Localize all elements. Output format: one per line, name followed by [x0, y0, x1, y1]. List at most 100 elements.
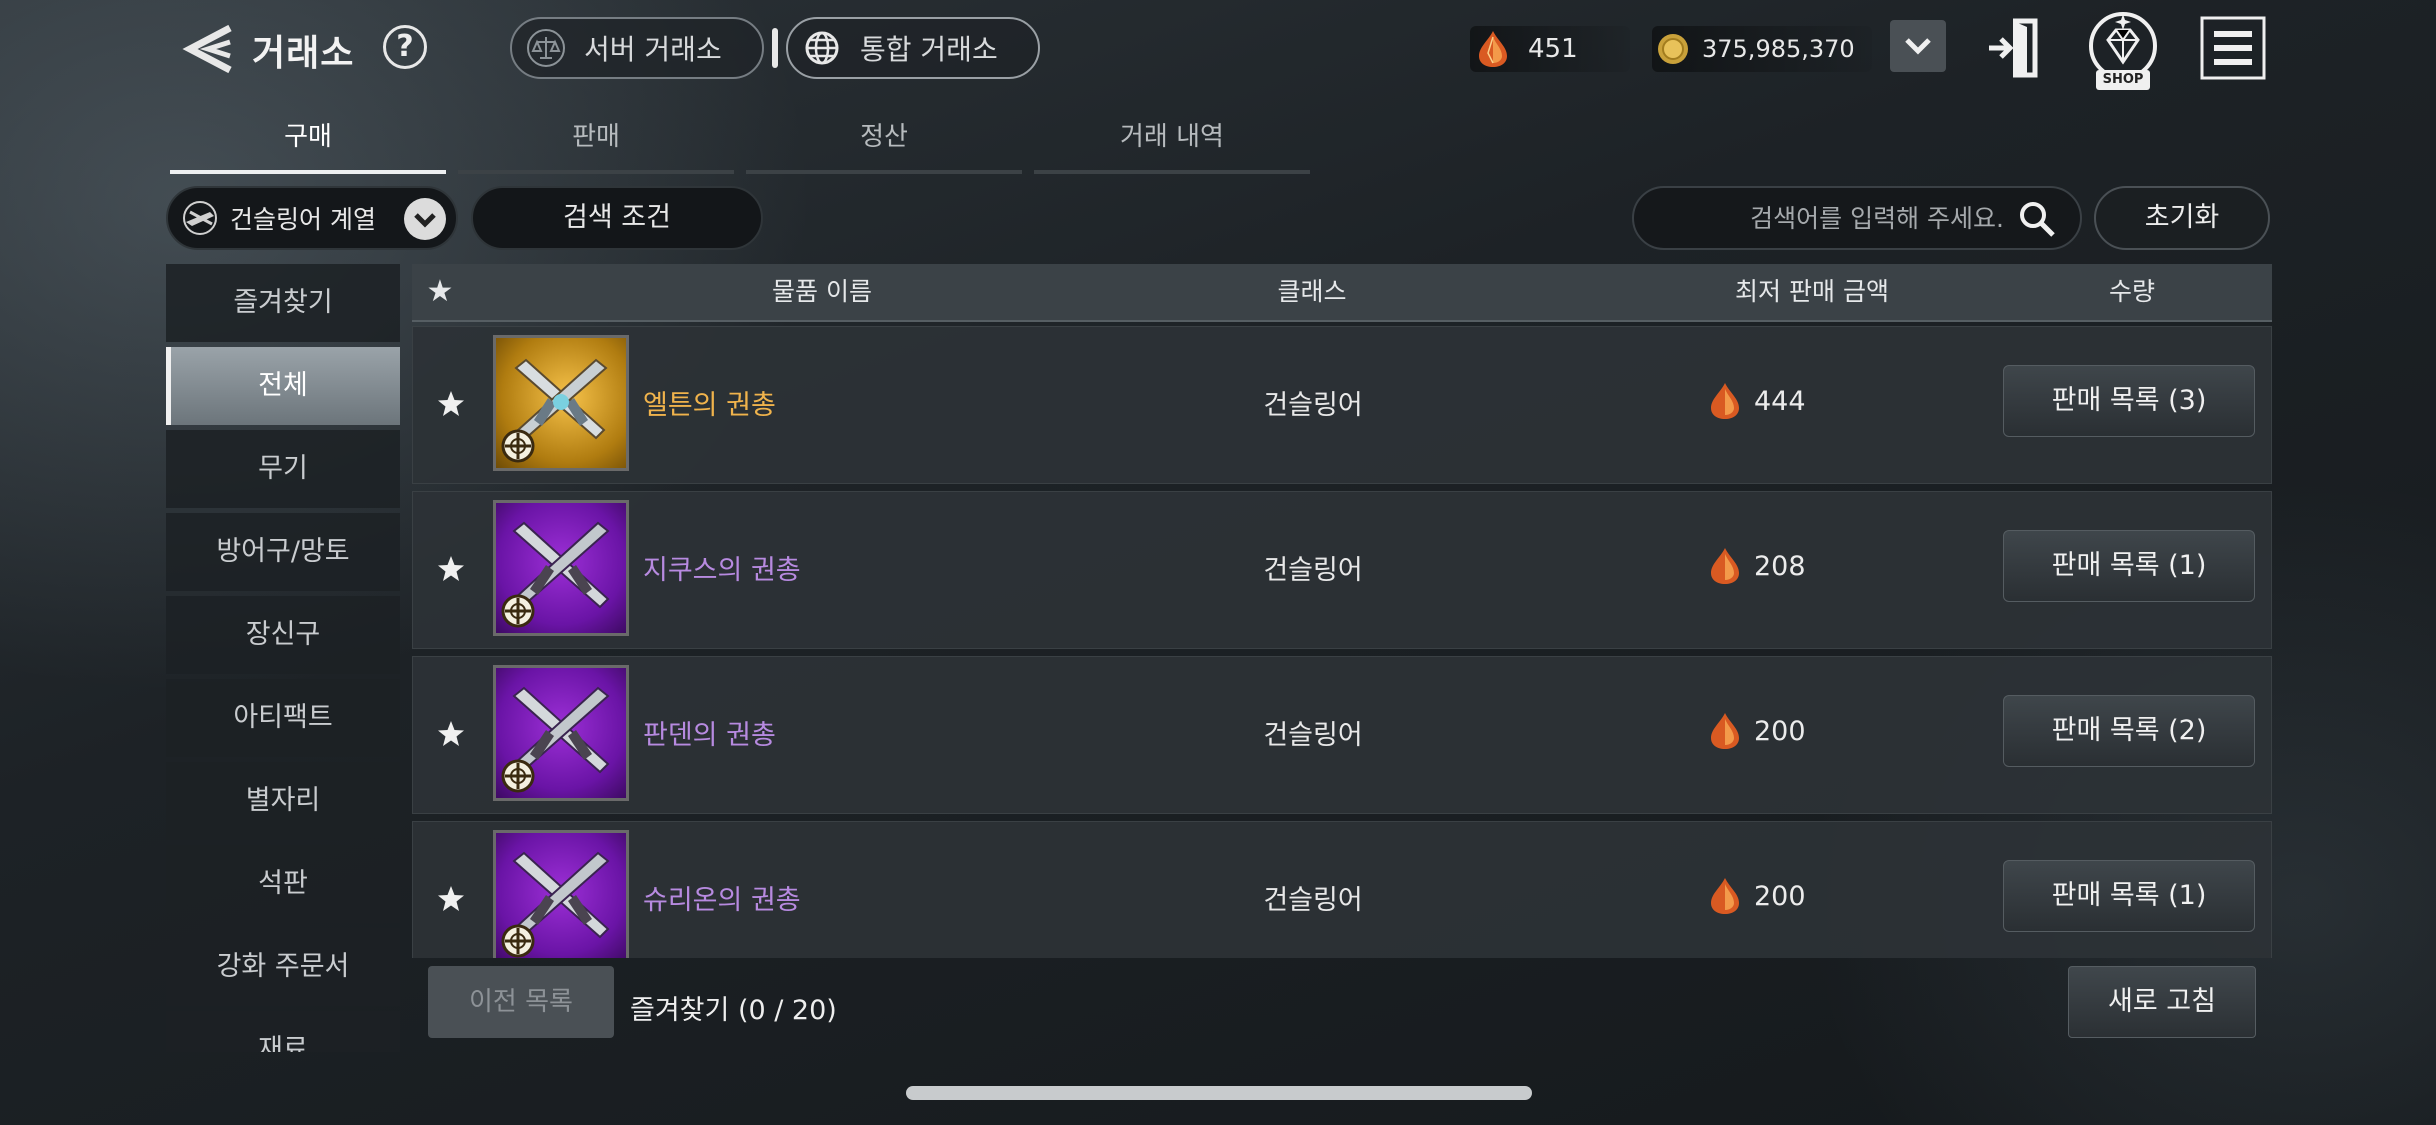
red-gem-icon: [1711, 383, 1739, 419]
crosshair-badge-icon: [501, 429, 535, 463]
sidebar-item-accessory[interactable]: 장신구: [166, 596, 400, 674]
previous-list-button[interactable]: 이전 목록: [428, 966, 614, 1038]
item-thumbnail: [493, 500, 629, 636]
red-gem-icon: [1479, 31, 1507, 67]
tab-sell[interactable]: 판매: [458, 112, 734, 174]
gem-amount: 451: [1528, 34, 1578, 64]
shop-button[interactable]: SHOP: [2080, 8, 2166, 92]
header-item-name: 물품 이름: [772, 277, 872, 306]
reset-button[interactable]: 초기화: [2094, 186, 2270, 250]
gold-balance: 375,985,370: [1652, 26, 1872, 72]
shop-label: SHOP: [2102, 72, 2144, 87]
item-price-value: 200: [1754, 880, 1806, 912]
sale-list-button[interactable]: 판매 목록 (1): [2003, 530, 2255, 602]
favorite-star-icon[interactable]: [436, 389, 466, 419]
gem-balance: 451: [1470, 26, 1630, 72]
divider: [772, 28, 778, 68]
tab-settlement[interactable]: 정산: [746, 112, 1022, 174]
sidebar-item-enhance-scroll[interactable]: 강화 주문서: [166, 928, 400, 1006]
crosshair-badge-icon: [501, 759, 535, 793]
class-filter-label: 건슬링어 계열: [230, 205, 376, 234]
item-thumbnail: [493, 335, 629, 471]
favorite-star-icon[interactable]: [436, 884, 466, 914]
item-class: 건슬링어: [1263, 885, 1363, 916]
gold-coin-icon: [1658, 34, 1688, 64]
sidebar-item-artifact[interactable]: 아티팩트: [166, 679, 400, 757]
home-indicator[interactable]: [906, 1086, 1532, 1100]
item-class: 건슬링어: [1263, 720, 1363, 751]
sidebar-item-armor-cloak[interactable]: 방어구/망토: [166, 513, 400, 591]
exit-button[interactable]: [1985, 15, 2043, 81]
favorite-star-icon[interactable]: [436, 719, 466, 749]
item-thumbnail: [493, 830, 629, 958]
unified-exchange-label: 통합 거래소: [860, 33, 998, 66]
back-arrow-icon: [182, 24, 232, 74]
sidebar-item-constellation[interactable]: 별자리: [166, 762, 400, 840]
search-input[interactable]: [1664, 198, 2004, 238]
unified-exchange-button[interactable]: 통합 거래소: [786, 17, 1040, 79]
tab-trade-history[interactable]: 거래 내역: [1034, 112, 1310, 174]
search-box: [1632, 186, 2082, 250]
trade-tabs: 구매 판매 정산 거래 내역: [170, 112, 1320, 174]
sale-list-button[interactable]: 판매 목록 (2): [2003, 695, 2255, 767]
item-class: 건슬링어: [1263, 555, 1363, 586]
item-thumbnail: [493, 665, 629, 801]
favorites-count: 즐겨찾기 (0 / 20): [630, 995, 837, 1026]
item-price: 208: [1708, 544, 1806, 588]
red-gem-icon: [1711, 878, 1739, 914]
search-conditions-button[interactable]: 검색 조건: [471, 186, 763, 250]
table-row[interactable]: 엘튼의 권총 건슬링어 444 판매 목록 (3): [412, 326, 2272, 484]
scale-icon: [527, 29, 565, 67]
item-price-value: 200: [1754, 715, 1806, 747]
item-list: 엘튼의 권총 건슬링어 444 판매 목록 (3) 지쿠스의 권총 건슬링어 2…: [412, 326, 2272, 958]
sidebar-item-stone-tablet[interactable]: 석판: [166, 845, 400, 923]
hamburger-menu-icon: [2200, 16, 2266, 80]
sidebar-item-weapon[interactable]: 무기: [166, 430, 400, 508]
header-star-icon[interactable]: ★: [420, 264, 460, 320]
header-class: 클래스: [1277, 277, 1347, 306]
chevron-down-icon: [404, 198, 446, 240]
sale-list-button[interactable]: 판매 목록 (1): [2003, 860, 2255, 932]
class-filter-select[interactable]: 건슬링어 계열: [166, 186, 458, 250]
sale-list-button[interactable]: 판매 목록 (3): [2003, 365, 2255, 437]
chevron-down-icon: [1905, 38, 1931, 55]
sidebar-item-favorites[interactable]: 즐겨찾기: [166, 264, 400, 342]
globe-icon: [805, 31, 839, 65]
crosshair-badge-icon: [501, 594, 535, 628]
category-sidebar: 즐겨찾기 전체 무기 방어구/망토 장신구 아티팩트 별자리 석판 강화 주문서…: [166, 264, 400, 1052]
table-row[interactable]: 지쿠스의 권총 건슬링어 208 판매 목록 (1): [412, 491, 2272, 649]
item-name: 엘튼의 권총: [643, 390, 776, 421]
header-quantity: 수량: [2108, 277, 2155, 306]
gold-amount: 375,985,370: [1702, 35, 1855, 63]
table-header: ★ 물품 이름 클래스 최저 판매 금액 수량: [412, 264, 2272, 322]
red-gem-icon: [1711, 713, 1739, 749]
refresh-button[interactable]: 새로 고침: [2068, 966, 2256, 1038]
item-name: 슈리온의 권총: [643, 885, 801, 916]
exit-door-icon: [1989, 18, 2038, 78]
gunslinger-class-icon: [183, 201, 217, 235]
search-icon[interactable]: [2018, 200, 2056, 238]
item-price: 200: [1708, 874, 1806, 918]
item-class: 건슬링어: [1263, 390, 1363, 421]
item-name: 판덴의 권총: [643, 720, 776, 751]
item-price: 444: [1708, 379, 1806, 423]
main-menu-button[interactable]: [2198, 14, 2268, 82]
sidebar-item-material[interactable]: 재료: [166, 1011, 400, 1052]
table-row[interactable]: 판덴의 권총 건슬링어 200 판매 목록 (2): [412, 656, 2272, 814]
red-gem-icon: [1711, 548, 1739, 584]
item-name: 지쿠스의 권총: [643, 555, 801, 586]
crosshair-badge-icon: [501, 924, 535, 958]
item-price-value: 444: [1754, 385, 1806, 417]
back-button[interactable]: [182, 22, 238, 76]
table-row[interactable]: 슈리온의 권총 건슬링어 200 판매 목록 (1): [412, 821, 2272, 958]
server-exchange-label: 서버 거래소: [584, 33, 722, 66]
favorite-star-icon[interactable]: [436, 554, 466, 584]
item-price: 200: [1708, 709, 1806, 753]
tab-buy[interactable]: 구매: [170, 112, 446, 174]
header-lowest-price: 최저 판매 금액: [1735, 277, 1889, 306]
help-icon[interactable]: ?: [383, 25, 427, 69]
server-exchange-button[interactable]: 서버 거래소: [510, 17, 764, 79]
page-title: 거래소: [252, 33, 355, 74]
sidebar-item-all[interactable]: 전체: [166, 347, 400, 425]
currency-dropdown-button[interactable]: [1890, 20, 1946, 72]
